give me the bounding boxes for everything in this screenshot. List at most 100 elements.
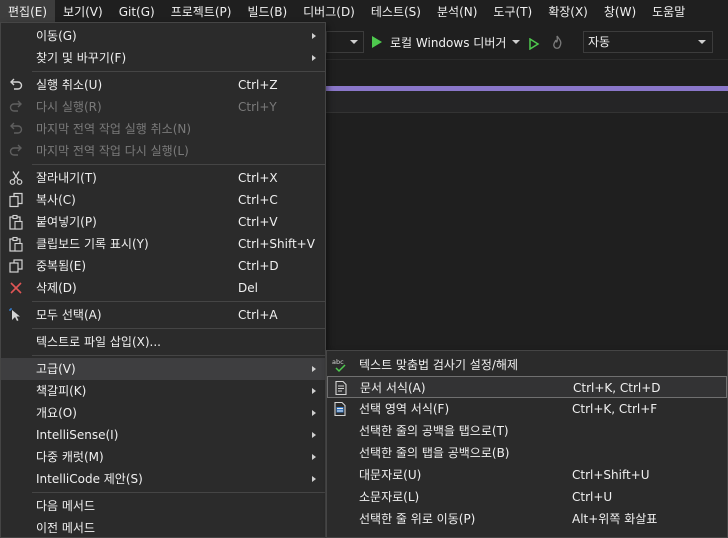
menu-separator — [32, 71, 325, 72]
menu-item-format-selection[interactable]: 선택 영역 서식(F) Ctrl+K, Ctrl+F — [327, 398, 727, 420]
solution-config-dropdown[interactable] — [326, 31, 364, 53]
menu-item-select-all[interactable]: 모두 선택(A) Ctrl+A — [1, 304, 325, 326]
menu-git[interactable]: Git(G) — [111, 0, 163, 24]
svg-text:abc: abc — [332, 358, 344, 366]
menu-item-label: 문서 서식(A) — [360, 381, 426, 395]
menu-item-outlining[interactable]: 개요(O) — [1, 402, 325, 424]
menu-test[interactable]: 테스트(S) — [363, 0, 429, 24]
menu-item-intellicode[interactable]: IntelliCode 제안(S) — [1, 468, 325, 490]
menu-item-multi-caret[interactable]: 다중 캐럿(M) — [1, 446, 325, 468]
submenu-arrow-icon — [312, 432, 316, 438]
menu-item-insert-file-as-text[interactable]: 텍스트로 파일 삽입(X)... — [1, 331, 325, 353]
menu-item-redo-last-global[interactable]: 마지막 전역 작업 다시 실행(L) — [1, 140, 325, 162]
menu-tools[interactable]: 도구(T) — [485, 0, 540, 24]
menu-item-clipboard-history[interactable]: 클립보드 기록 표시(Y) Ctrl+Shift+V — [1, 233, 325, 255]
menu-item-label: 선택 영역 서식(F) — [359, 402, 450, 416]
menu-help[interactable]: 도움말 — [644, 0, 693, 24]
menu-item-bookmarks[interactable]: 책갈피(K) — [1, 380, 325, 402]
menu-item-label: 다음 메서드 — [36, 499, 96, 513]
select-all-icon — [9, 308, 20, 321]
chevron-down-icon[interactable] — [512, 40, 521, 44]
submenu-arrow-icon — [312, 454, 316, 460]
menu-item-shortcut: Ctrl+C — [238, 193, 278, 207]
menu-extensions[interactable]: 확장(X) — [540, 0, 596, 24]
menu-item-duplicate[interactable]: 중복됨(E) Ctrl+D — [1, 255, 325, 277]
menu-item-move-line-up[interactable]: 선택한 줄 위로 이동(P) Alt+위쪽 화살표 — [327, 508, 727, 530]
submenu-arrow-icon — [312, 366, 316, 372]
menu-item-label: 삭제(D) — [36, 281, 77, 295]
menu-analyze[interactable]: 분석(N) — [429, 0, 485, 24]
menu-separator — [32, 301, 325, 302]
menu-separator — [32, 164, 325, 165]
menu-item-label: 선택한 줄의 탭을 공백으로(B) — [359, 446, 510, 460]
menu-view[interactable]: 보기(V) — [55, 0, 111, 24]
menu-item-label: 텍스트 맞춤법 검사기 설정/해제 — [359, 358, 519, 372]
menu-separator — [32, 492, 325, 493]
menu-item-shortcut: Ctrl+Shift+V — [238, 237, 315, 251]
menu-item-label: 찾기 및 바꾸기(F) — [36, 51, 127, 65]
document-tab-strip — [326, 91, 728, 113]
menu-item-tabify[interactable]: 선택한 줄의 공백을 탭으로(T) — [327, 420, 727, 442]
spell-check-icon: abc — [332, 358, 346, 373]
play-icon — [372, 36, 382, 48]
menu-item-label: 고급(V) — [36, 362, 76, 376]
advanced-submenu: abc 텍스트 맞춤법 검사기 설정/해제 문서 서식(A) Ctrl+K, C… — [326, 350, 728, 538]
copy-icon — [9, 192, 23, 208]
menu-item-label: 중복됨(E) — [36, 259, 87, 273]
menu-item-shortcut: Ctrl+Z — [238, 78, 278, 92]
menu-project[interactable]: 프로젝트(P) — [163, 0, 240, 24]
menu-bar: 편집(E) 보기(V) Git(G) 프로젝트(P) 빌드(B) 디버그(D) … — [0, 0, 728, 24]
menu-item-intellisense[interactable]: IntelliSense(I) — [1, 424, 325, 446]
menu-item-shortcut: Alt+위쪽 화살표 — [572, 512, 658, 526]
menu-item-uppercase[interactable]: 대문자로(U) Ctrl+Shift+U — [327, 464, 727, 486]
menu-item-label: 대문자로(U) — [359, 468, 422, 482]
menu-debug[interactable]: 디버그(D) — [295, 0, 363, 24]
hot-reload-icon[interactable] — [548, 34, 566, 52]
submenu-arrow-icon — [312, 410, 316, 416]
menu-item-label: IntelliSense(I) — [36, 428, 119, 442]
chevron-down-icon — [698, 40, 706, 44]
menu-item-label: 모두 선택(A) — [36, 308, 102, 322]
format-selection-icon — [334, 401, 346, 417]
menu-item-shortcut: Ctrl+K, Ctrl+D — [573, 381, 661, 395]
menu-window[interactable]: 창(W) — [596, 0, 644, 24]
menu-item-previous-method[interactable]: 이전 메서드 — [1, 517, 325, 538]
menu-item-label: 책갈피(K) — [36, 384, 87, 398]
menu-item-label: 다시 실행(R) — [36, 100, 102, 114]
menu-item-delete[interactable]: 삭제(D) Del — [1, 277, 325, 299]
mode-dropdown-value: 자동 — [588, 35, 611, 49]
menu-item-format-document[interactable]: 문서 서식(A) Ctrl+K, Ctrl+D — [327, 376, 727, 398]
menu-edit[interactable]: 편집(E) — [0, 0, 56, 24]
menu-item-redo[interactable]: 다시 실행(R) Ctrl+Y — [1, 96, 325, 118]
menu-item-copy[interactable]: 복사(C) Ctrl+C — [1, 189, 325, 211]
delete-x-icon — [10, 282, 22, 294]
menu-item-lowercase[interactable]: 소문자로(L) Ctrl+U — [327, 486, 727, 508]
menu-item-label: 개요(O) — [36, 406, 77, 420]
menu-item-shortcut: Ctrl+D — [238, 259, 279, 273]
menu-item-goto[interactable]: 이동(G) — [1, 25, 325, 47]
menu-item-label: 붙여넣기(P) — [36, 215, 97, 229]
menu-item-cut[interactable]: 잘라내기(T) Ctrl+X — [1, 167, 325, 189]
menu-item-label: 다중 캐럿(M) — [36, 450, 104, 464]
start-without-debugging-icon[interactable] — [528, 38, 540, 50]
start-debugging-button[interactable]: 로컬 Windows 디버거 — [372, 32, 521, 52]
menu-item-next-method[interactable]: 다음 메서드 — [1, 495, 325, 517]
paste-icon — [9, 214, 23, 230]
menu-item-undo[interactable]: 실행 취소(U) Ctrl+Z — [1, 74, 325, 96]
menu-item-label: 이동(G) — [36, 29, 77, 43]
debug-target-label: 로컬 Windows 디버거 — [390, 35, 507, 50]
menu-build[interactable]: 빌드(B) — [239, 0, 295, 24]
mode-dropdown[interactable]: 자동 — [583, 31, 713, 53]
menu-item-spell-checker[interactable]: abc 텍스트 맞춤법 검사기 설정/해제 — [327, 354, 727, 376]
menu-item-paste[interactable]: 붙여넣기(P) Ctrl+V — [1, 211, 325, 233]
undo-icon — [10, 78, 23, 90]
menu-item-untabify[interactable]: 선택한 줄의 탭을 공백으로(B) — [327, 442, 727, 464]
scissors-icon — [9, 171, 23, 185]
menu-item-shortcut: Ctrl+Y — [238, 100, 277, 114]
menu-item-label: 소문자로(L) — [359, 490, 420, 504]
menu-item-find-replace[interactable]: 찾기 및 바꾸기(F) — [1, 47, 325, 69]
menu-item-undo-last-global[interactable]: 마지막 전역 작업 실행 취소(N) — [1, 118, 325, 140]
menu-item-advanced[interactable]: 고급(V) — [1, 358, 325, 380]
menu-separator — [32, 328, 325, 329]
chevron-down-icon — [350, 40, 358, 44]
